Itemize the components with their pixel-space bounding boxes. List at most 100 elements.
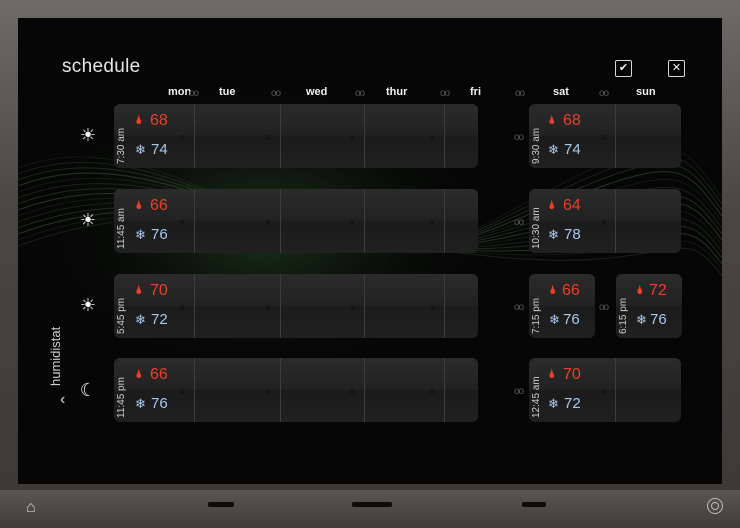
heat-setpoint[interactable]: 68 bbox=[563, 112, 581, 130]
remove-marker[interactable]: x bbox=[601, 386, 606, 396]
weekend-time[interactable]: 10:30 am bbox=[531, 207, 542, 249]
cool-setpoint[interactable]: 72 bbox=[564, 395, 581, 412]
weekday-schedule-block[interactable]: xxxx bbox=[114, 274, 478, 338]
remove-marker[interactable]: x bbox=[266, 386, 271, 396]
day-link-icon[interactable]: oo bbox=[440, 88, 450, 99]
segment-divider bbox=[615, 104, 616, 168]
weekend-link-icon[interactable]: oo bbox=[514, 386, 524, 397]
remove-marker[interactable]: x bbox=[180, 217, 185, 227]
weekend-time[interactable]: 6:15 pm bbox=[618, 298, 629, 334]
segment-divider bbox=[280, 189, 281, 253]
weekday-time[interactable]: 7:30 am bbox=[116, 128, 127, 164]
remove-marker[interactable]: x bbox=[601, 217, 606, 227]
cool-setpoint[interactable]: 76 bbox=[650, 311, 667, 328]
remove-marker[interactable]: x bbox=[430, 132, 435, 142]
cool-setpoint-icon: ❄ bbox=[636, 312, 647, 327]
heat-setpoint-icon: 🌢 bbox=[135, 282, 143, 297]
remove-marker[interactable]: x bbox=[430, 217, 435, 227]
segment-divider bbox=[194, 358, 195, 422]
segment-divider bbox=[444, 274, 445, 338]
cool-setpoint-icon: ❄ bbox=[548, 142, 559, 157]
nav-dash-right[interactable] bbox=[522, 502, 546, 507]
segment-divider bbox=[444, 189, 445, 253]
weekend-time[interactable]: 12:45 am bbox=[531, 376, 542, 418]
day-link-icon[interactable]: oo bbox=[599, 88, 609, 99]
heat-setpoint[interactable]: 68 bbox=[150, 112, 168, 130]
weekday-schedule-block[interactable]: xxxx bbox=[114, 104, 478, 168]
weekend-link-icon[interactable]: oo bbox=[514, 132, 524, 143]
heat-setpoint[interactable]: 66 bbox=[150, 197, 168, 215]
day-link-icon[interactable]: oo bbox=[189, 88, 199, 99]
remove-marker[interactable]: x bbox=[180, 302, 185, 312]
heat-setpoint[interactable]: 70 bbox=[563, 366, 581, 384]
day-link-icon[interactable]: oo bbox=[355, 88, 365, 99]
remove-marker[interactable]: x bbox=[350, 302, 355, 312]
weekend-link-icon[interactable]: oo bbox=[514, 217, 524, 228]
heat-setpoint[interactable]: 66 bbox=[562, 282, 580, 300]
heat-setpoint[interactable]: 64 bbox=[563, 197, 581, 215]
back-chevron-icon[interactable]: ‹ bbox=[60, 391, 65, 409]
cool-setpoint[interactable]: 78 bbox=[564, 226, 581, 243]
weekend-link-icon[interactable]: oo bbox=[514, 302, 524, 313]
remove-marker[interactable]: x bbox=[266, 217, 271, 227]
cool-setpoint[interactable]: 76 bbox=[151, 395, 168, 412]
remove-marker[interactable]: x bbox=[266, 132, 271, 142]
heat-setpoint[interactable]: 72 bbox=[649, 282, 667, 300]
day-label-sat[interactable]: sat bbox=[553, 86, 569, 98]
weekday-time[interactable]: 11:45 pm bbox=[116, 377, 127, 418]
cool-setpoint[interactable]: 76 bbox=[151, 226, 168, 243]
remove-marker[interactable]: x bbox=[350, 217, 355, 227]
weekday-schedule-block[interactable]: xxxx bbox=[114, 358, 478, 422]
remove-marker[interactable]: x bbox=[350, 132, 355, 142]
day-label-mon[interactable]: mon bbox=[168, 86, 191, 98]
home-icon[interactable]: ⌂ bbox=[26, 499, 36, 517]
day-link-icon[interactable]: oo bbox=[271, 88, 281, 99]
weekend-time[interactable]: 7:15 pm bbox=[531, 298, 542, 334]
day-label-wed[interactable]: wed bbox=[306, 86, 327, 98]
humidistat-label[interactable]: humidistat bbox=[48, 327, 63, 386]
weekend-time[interactable]: 9:30 am bbox=[531, 128, 542, 164]
weekday-schedule-block[interactable]: xxxx bbox=[114, 189, 478, 253]
heat-setpoint-icon: 🌢 bbox=[549, 282, 557, 297]
heat-setpoint-icon: 🌢 bbox=[135, 366, 143, 381]
heat-setpoint[interactable]: 70 bbox=[150, 282, 168, 300]
nav-dash-left[interactable] bbox=[208, 502, 234, 507]
weekday-time[interactable]: 11:45 am bbox=[116, 208, 127, 249]
remove-marker[interactable]: x bbox=[601, 132, 606, 142]
remove-marker[interactable]: x bbox=[430, 386, 435, 396]
weekend-link-icon[interactable]: oo bbox=[599, 302, 609, 313]
heat-setpoint-icon: 🌢 bbox=[548, 197, 556, 212]
segment-divider bbox=[364, 358, 365, 422]
day-label-thur[interactable]: thur bbox=[386, 86, 407, 98]
segment-divider bbox=[280, 274, 281, 338]
nav-dash-center[interactable] bbox=[352, 502, 392, 507]
day-link-icon[interactable]: oo bbox=[515, 88, 525, 99]
weekday-time[interactable]: 5:45 pm bbox=[116, 298, 127, 334]
cool-setpoint-icon: ❄ bbox=[135, 312, 146, 327]
check-icon[interactable]: ✔ bbox=[615, 60, 632, 77]
bottom-bar bbox=[0, 490, 740, 528]
cool-setpoint-icon: ❄ bbox=[549, 312, 560, 327]
cool-setpoint[interactable]: 76 bbox=[563, 311, 580, 328]
day-label-sun[interactable]: sun bbox=[636, 86, 656, 98]
remove-marker[interactable]: x bbox=[350, 386, 355, 396]
day-label-tue[interactable]: tue bbox=[219, 86, 236, 98]
segment-divider bbox=[194, 104, 195, 168]
segment-divider bbox=[280, 358, 281, 422]
remove-marker[interactable]: x bbox=[180, 386, 185, 396]
heat-setpoint[interactable]: 66 bbox=[150, 366, 168, 384]
remove-marker[interactable]: x bbox=[180, 132, 185, 142]
segment-divider bbox=[615, 189, 616, 253]
remove-marker[interactable]: x bbox=[430, 302, 435, 312]
cool-setpoint[interactable]: 72 bbox=[151, 311, 168, 328]
heat-setpoint-icon: 🌢 bbox=[636, 282, 644, 297]
cool-setpoint[interactable]: 74 bbox=[151, 141, 168, 158]
day-label-fri[interactable]: fri bbox=[470, 86, 481, 98]
cool-setpoint[interactable]: 74 bbox=[564, 141, 581, 158]
settings-circle-icon[interactable] bbox=[707, 498, 723, 514]
close-icon[interactable]: ✕ bbox=[668, 60, 685, 77]
sun-icon: ☀ bbox=[79, 210, 97, 230]
remove-marker[interactable]: x bbox=[266, 302, 271, 312]
heat-setpoint-icon: 🌢 bbox=[548, 112, 556, 127]
segment-divider bbox=[444, 358, 445, 422]
